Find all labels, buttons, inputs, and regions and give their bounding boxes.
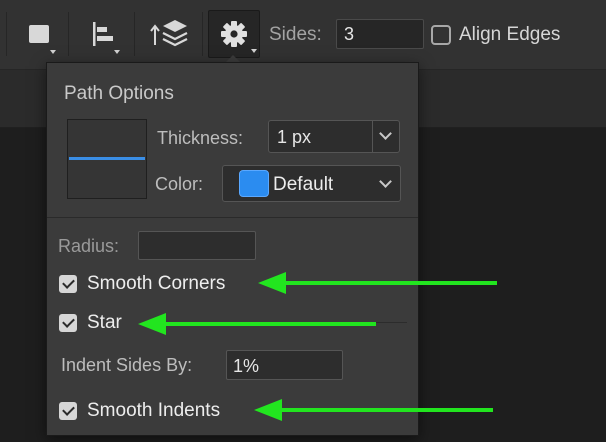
arrow-icon	[138, 313, 376, 335]
arrow-icon	[254, 399, 493, 421]
arrow-icon	[258, 272, 497, 294]
annotation-arrows	[138, 272, 497, 421]
